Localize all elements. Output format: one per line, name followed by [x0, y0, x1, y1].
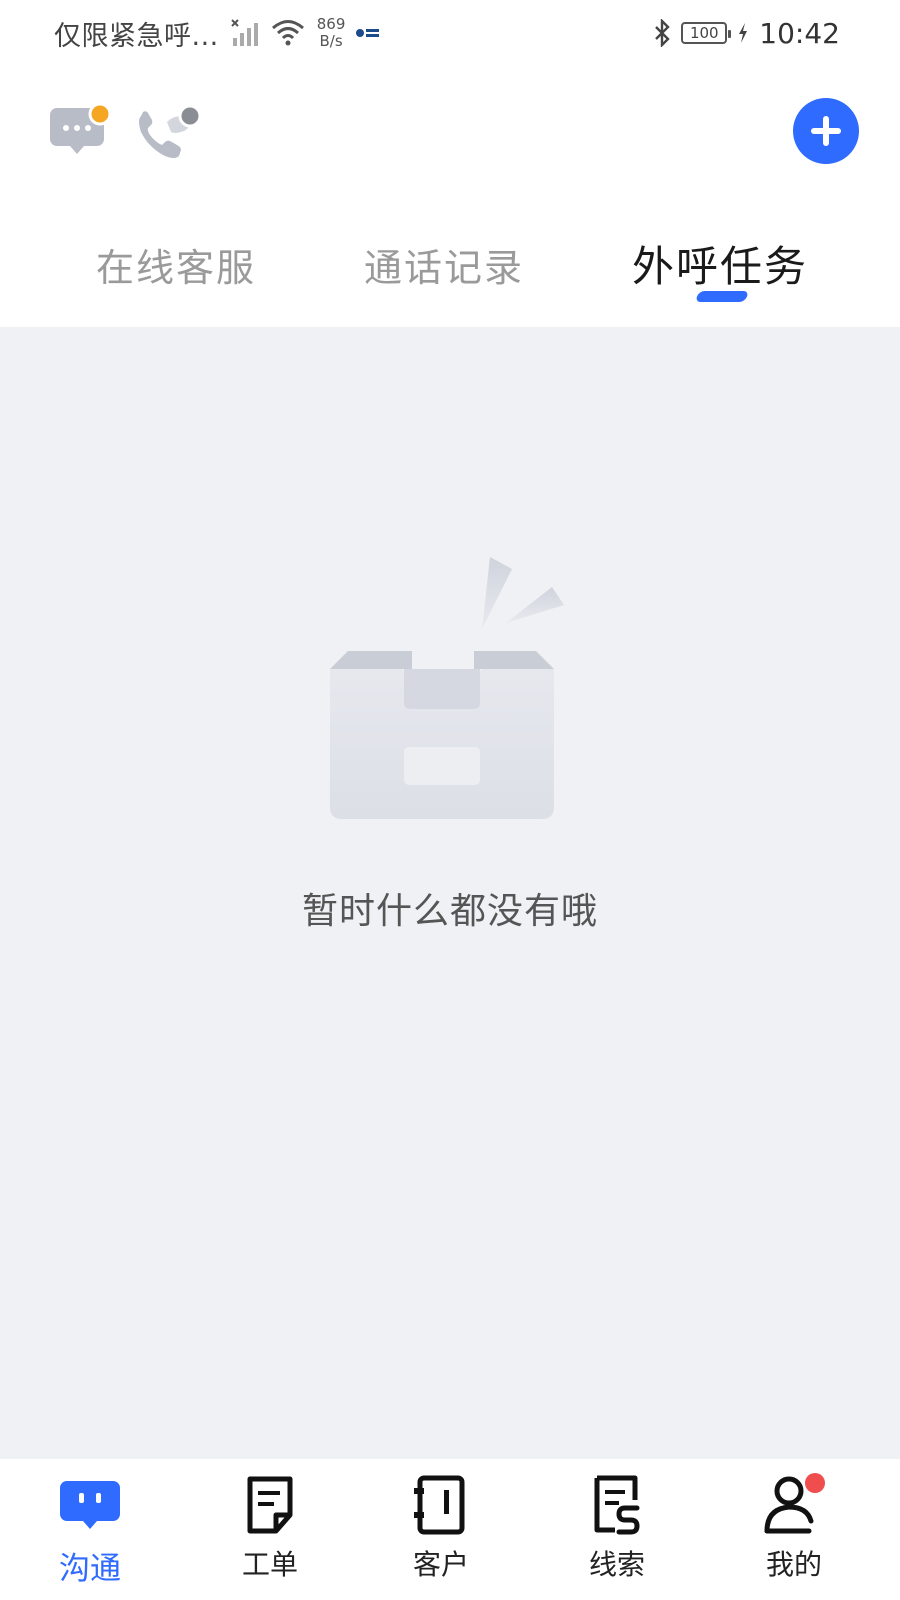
battery-indicator: 100: [681, 22, 732, 44]
status-icons: 869 B/s: [231, 16, 382, 50]
bottom-navigation: 沟通 工单 客户 线索 我的: [0, 1459, 900, 1600]
nav-label-work-order: 工单: [241, 1548, 298, 1581]
profile-icon: [759, 1469, 829, 1541]
nav-item-leads[interactable]: 线索: [557, 1469, 677, 1599]
status-right: 100 10:42: [653, 17, 840, 50]
content-area: 暂时什么都没有哦: [0, 327, 900, 1459]
plus-icon: [811, 116, 841, 146]
app-screen: 仅限紧急呼... 869 B/s 100 10:42 在线客服 通话记录 外呼任…: [0, 0, 900, 1600]
phone-icon[interactable]: [135, 102, 205, 166]
nav-item-customer[interactable]: 客户: [381, 1469, 501, 1599]
carrier-text: 仅限紧急呼...: [54, 20, 219, 52]
app-notification-icon: [356, 29, 380, 37]
work-order-icon: [244, 1469, 296, 1541]
status-bar: 仅限紧急呼... 869 B/s 100 10:42: [0, 0, 900, 66]
lead-icon: [591, 1469, 643, 1541]
nav-item-communication[interactable]: 沟通: [30, 1469, 150, 1599]
nav-label-leads: 线索: [588, 1548, 645, 1581]
bluetooth-icon: [655, 19, 670, 47]
network-speed: 869 B/s: [317, 16, 346, 50]
wifi-icon: [271, 20, 304, 46]
add-button[interactable]: [793, 98, 859, 164]
nav-label-profile: 我的: [765, 1548, 822, 1581]
chat-icon: [59, 1469, 121, 1541]
tab-bar: 在线客服 通话记录 外呼任务: [0, 225, 900, 323]
nav-item-profile[interactable]: 我的: [734, 1469, 854, 1599]
speed-value: 869: [316, 15, 346, 33]
charging-icon: [739, 23, 748, 43]
tab-online-service[interactable]: 在线客服: [96, 237, 256, 292]
speed-unit: B/s: [319, 32, 343, 50]
nav-item-work-order[interactable]: 工单: [210, 1469, 330, 1599]
tab-call-records[interactable]: 通话记录: [364, 237, 524, 292]
tab-outbound-tasks[interactable]: 外呼任务: [632, 233, 808, 294]
clock: 10:42: [759, 16, 840, 50]
customer-icon: [414, 1469, 468, 1541]
nav-label-customer: 客户: [412, 1548, 469, 1581]
header-actions: [0, 92, 900, 182]
active-tab-indicator: [694, 291, 750, 302]
nav-label-communication: 沟通: [59, 1551, 121, 1587]
empty-state-text: 暂时什么都没有哦: [301, 891, 598, 932]
message-icon[interactable]: [50, 102, 114, 162]
signal-icon: [231, 19, 258, 46]
empty-box-illustration: [330, 557, 570, 831]
